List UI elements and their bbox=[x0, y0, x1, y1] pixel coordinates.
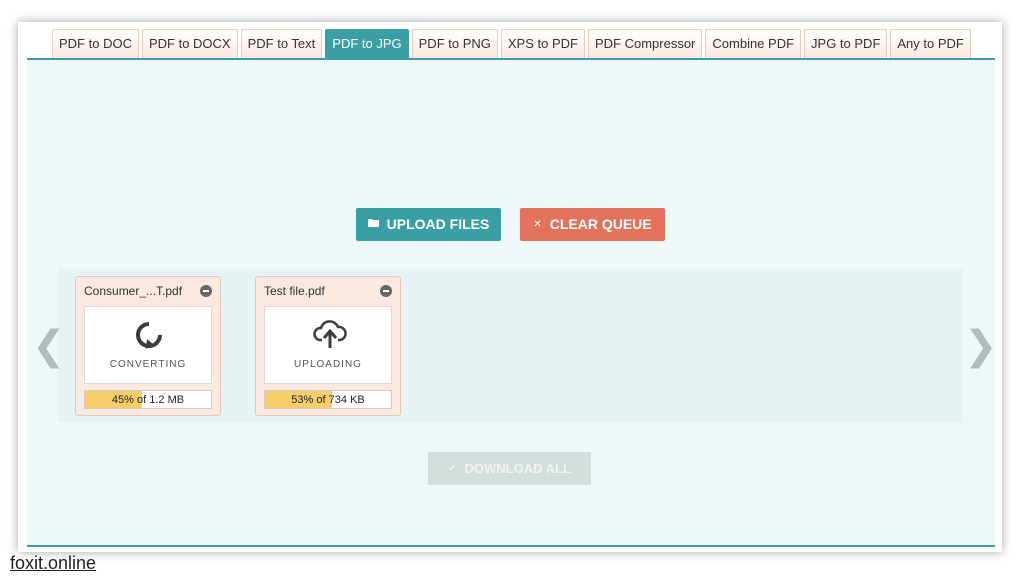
tab-any-to-pdf[interactable]: Any to PDF bbox=[890, 29, 971, 59]
tab-pdf-to-docx[interactable]: PDF to DOCX bbox=[141, 29, 238, 59]
converter-tabs: PDF to DOC PDF to DOCX PDF to Text PDF t… bbox=[52, 29, 971, 59]
tab-pdf-to-text[interactable]: PDF to Text bbox=[240, 29, 323, 59]
file-name: Consumer_...T.pdf bbox=[84, 284, 183, 298]
remove-file-icon[interactable] bbox=[200, 285, 212, 297]
tab-pdf-to-png[interactable]: PDF to PNG bbox=[411, 29, 498, 59]
download-all-label: DOWNLOAD ALL bbox=[464, 461, 571, 476]
check-icon: ✔ bbox=[448, 463, 457, 474]
progress-bar: 53% of 734 KB bbox=[264, 390, 392, 409]
progress-bar: 45% of 1.2 MB bbox=[84, 390, 212, 409]
remove-file-icon[interactable] bbox=[380, 285, 392, 297]
watermark: foxit.online bbox=[10, 553, 97, 573]
clear-queue-label: CLEAR QUEUE bbox=[549, 216, 652, 232]
file-status: UPLOADING bbox=[294, 359, 362, 370]
chevron-right-icon[interactable]: ❯ bbox=[964, 326, 998, 366]
tab-pdf-compressor[interactable]: PDF Compressor bbox=[587, 29, 703, 59]
folder-icon bbox=[367, 208, 379, 241]
download-all-button[interactable]: ✔ DOWNLOAD ALL bbox=[428, 452, 591, 485]
upload-files-label: UPLOAD FILES bbox=[386, 216, 490, 232]
file-card: Test file.pdf UPLOADING 53% of 734 KB bbox=[255, 276, 401, 416]
tab-combine-pdf[interactable]: Combine PDF bbox=[705, 29, 802, 59]
file-preview: UPLOADING bbox=[264, 306, 392, 384]
progress-text: 53% of 734 KB bbox=[291, 394, 365, 406]
file-card: Consumer_...T.pdf CONVERTING 45% of 1.2 … bbox=[75, 276, 221, 416]
tab-xps-to-pdf[interactable]: XPS to PDF bbox=[500, 29, 585, 59]
clear-queue-button[interactable]: ✕ CLEAR QUEUE bbox=[520, 208, 665, 241]
upload-files-button[interactable]: UPLOAD FILES bbox=[356, 208, 501, 241]
file-name: Test file.pdf bbox=[264, 284, 325, 298]
tab-pdf-to-doc[interactable]: PDF to DOC bbox=[52, 29, 139, 59]
chevron-left-icon[interactable]: ❮ bbox=[32, 326, 66, 366]
close-icon: ✕ bbox=[533, 219, 542, 230]
file-preview: CONVERTING bbox=[84, 306, 212, 384]
progress-text: 45% of 1.2 MB bbox=[111, 394, 185, 406]
tab-jpg-to-pdf[interactable]: JPG to PDF bbox=[804, 29, 888, 59]
refresh-icon bbox=[136, 322, 162, 349]
file-status: CONVERTING bbox=[109, 359, 187, 370]
cloud-upload-icon bbox=[313, 320, 347, 348]
tab-pdf-to-jpg[interactable]: PDF to JPG bbox=[325, 29, 409, 59]
